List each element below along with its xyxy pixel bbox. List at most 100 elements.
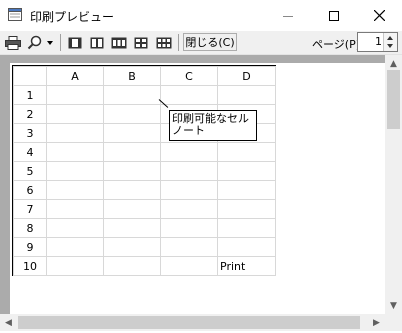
cell (160, 161, 218, 181)
two-pages-icon (90, 37, 104, 48)
table-row: 9 (13, 237, 276, 257)
row-header: 7 (13, 199, 47, 219)
three-pages-icon (111, 37, 127, 48)
cell (160, 142, 218, 162)
cell (103, 180, 161, 200)
cell (217, 85, 276, 105)
toolbar: 閉じる(C) ページ(P) 1 (0, 31, 402, 55)
cell (103, 161, 161, 181)
column-header: B (103, 66, 161, 86)
one-page-button[interactable] (65, 33, 85, 52)
page-label: ページ(P) (312, 38, 360, 51)
row-header: 5 (13, 161, 47, 181)
magnifier-icon (27, 35, 41, 49)
cell (217, 180, 276, 200)
comment-line-2: ノート (172, 124, 205, 137)
preview-area: A B C D 1 2 3 4 5 6 7 8 9 10 Print 印刷可能な… (0, 55, 385, 314)
column-header: D (217, 66, 276, 86)
cell (160, 237, 218, 257)
cell (46, 218, 104, 238)
three-pages-button[interactable] (109, 33, 129, 52)
column-header-row: A B C D (13, 66, 276, 86)
horizontal-scroll-thumb[interactable] (18, 316, 360, 329)
cell (160, 180, 218, 200)
spin-down-icon[interactable] (387, 44, 393, 48)
cell (46, 104, 104, 124)
window-title: 印刷プレビュー (30, 10, 115, 24)
cell (103, 104, 161, 124)
horizontal-scrollbar[interactable]: ◀ ▶ (0, 314, 385, 331)
column-header: A (46, 66, 104, 86)
cell (217, 237, 276, 257)
cell (46, 85, 104, 105)
two-pages-button[interactable] (87, 33, 107, 52)
page-number-value[interactable]: 1 (375, 35, 382, 48)
cell (46, 123, 104, 143)
cell (103, 142, 161, 162)
table-row: 8 (13, 218, 276, 238)
page-number-spinner[interactable]: 1 (357, 32, 398, 52)
four-pages-icon (134, 37, 148, 48)
row-header: 10 (13, 256, 47, 276)
table-row: 1 (13, 85, 276, 105)
cell (160, 218, 218, 238)
four-pages-button[interactable] (131, 33, 151, 52)
vertical-scrollbar[interactable]: ▲ ▼ (385, 55, 402, 314)
cell (217, 142, 276, 162)
sheet-table: A B C D 1 2 3 4 5 6 7 8 9 10 Print (13, 66, 276, 276)
close-window-button[interactable] (356, 0, 402, 31)
print-button[interactable] (3, 33, 23, 52)
cell (217, 199, 276, 219)
cell (103, 85, 161, 105)
cell (46, 142, 104, 162)
cell (160, 256, 218, 276)
minimize-icon (283, 15, 293, 17)
zoom-button[interactable] (25, 33, 55, 52)
cell-d10: Print (217, 256, 276, 276)
table-row: 4 (13, 142, 276, 162)
cell (103, 199, 161, 219)
cell (46, 256, 104, 276)
table-row: 7 (13, 199, 276, 219)
spin-up-icon[interactable] (387, 36, 393, 40)
scrollbar-corner (385, 314, 402, 331)
one-page-icon (68, 37, 82, 48)
cell (217, 218, 276, 238)
row-header: 9 (13, 237, 47, 257)
cell (103, 218, 161, 238)
six-pages-button[interactable] (154, 33, 174, 52)
column-header: C (160, 66, 218, 86)
title-bar: 印刷プレビュー (0, 0, 402, 31)
cell (46, 180, 104, 200)
row-header: 2 (13, 104, 47, 124)
chevron-down-icon (46, 40, 53, 45)
toolbar-separator (60, 34, 61, 51)
cell (103, 123, 161, 143)
spinner-arrows[interactable] (383, 33, 397, 51)
maximize-button[interactable] (311, 0, 357, 31)
scroll-left-icon[interactable]: ◀ (0, 314, 17, 331)
cell (160, 199, 218, 219)
minimize-button[interactable] (265, 0, 311, 31)
table-row: 6 (13, 180, 276, 200)
scroll-down-icon[interactable]: ▼ (385, 297, 402, 314)
corner-cell (13, 66, 47, 86)
row-header: 8 (13, 218, 47, 238)
cell (46, 199, 104, 219)
cell (46, 161, 104, 181)
preview-page: A B C D 1 2 3 4 5 6 7 8 9 10 Print 印刷可能な… (10, 63, 385, 314)
cell (46, 237, 104, 257)
close-icon (373, 10, 385, 21)
row-header: 4 (13, 142, 47, 162)
print-preview-window: 印刷プレビュー 閉じる(C) ページ(P) 1 A B C D 1 2 3 4 … (0, 0, 402, 333)
scroll-right-icon[interactable]: ▶ (368, 314, 385, 331)
app-icon (8, 8, 22, 21)
table-row: 5 (13, 161, 276, 181)
table-row: 10 Print (13, 256, 276, 276)
cell (217, 161, 276, 181)
close-preview-button[interactable]: 閉じる(C) (183, 33, 237, 51)
six-pages-icon (156, 37, 172, 48)
printer-icon (5, 35, 21, 50)
toolbar-separator (178, 34, 179, 51)
vertical-scroll-thumb[interactable] (387, 70, 400, 129)
